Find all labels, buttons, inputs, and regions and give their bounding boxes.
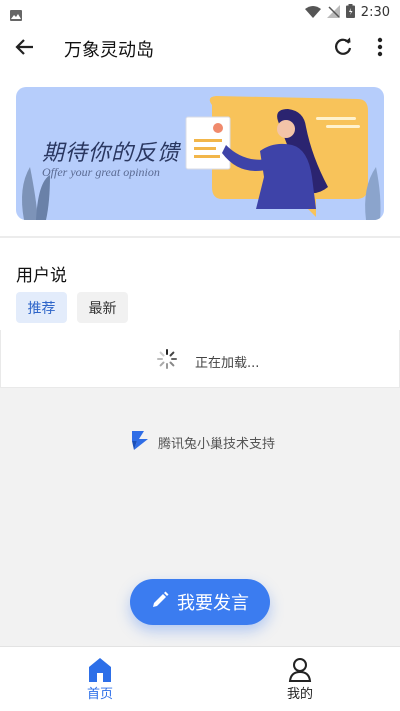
page-title: 万象灵动岛 <box>64 40 154 61</box>
tech-support[interactable]: 腾讯兔小巢技术支持 <box>130 429 275 455</box>
user-icon <box>288 657 312 683</box>
post-feedback-button[interactable]: 我要发言 <box>130 579 270 625</box>
nav-label-mine: 我的 <box>286 687 313 702</box>
banner-subtitle: Offer your great opinion <box>42 165 160 179</box>
spinner-icon <box>157 349 177 373</box>
no-signal-icon <box>326 3 340 22</box>
txc-logo-icon <box>130 429 150 455</box>
back-arrow-icon[interactable] <box>14 36 36 58</box>
banner-title: 期待你的反馈 <box>42 141 181 166</box>
tab-recommended[interactable]: 推荐 <box>16 292 67 323</box>
app-bar: 万象灵动岛 <box>0 24 400 70</box>
post-feedback-label: 我要发言 <box>177 593 249 614</box>
loading-text: 正在加载... <box>195 355 260 371</box>
gallery-notification-icon <box>10 6 22 25</box>
pencil-icon <box>151 591 169 613</box>
nav-item-home[interactable]: 首页 <box>0 647 200 711</box>
feedback-banner[interactable]: 期待你的反馈 Offer your great opinion <box>16 87 384 220</box>
bottom-navigation: 首页 我的 <box>0 646 400 711</box>
nav-item-mine[interactable]: 我的 <box>200 647 400 711</box>
more-vertical-icon[interactable] <box>372 36 388 58</box>
battery-icon <box>345 3 355 22</box>
tech-support-text: 腾讯兔小巢技术支持 <box>158 436 276 452</box>
nav-label-home: 首页 <box>86 687 113 702</box>
loading-indicator: 正在加载... <box>0 330 400 388</box>
tab-latest[interactable]: 最新 <box>77 292 128 323</box>
refresh-icon[interactable] <box>332 36 354 58</box>
home-icon <box>88 657 112 683</box>
status-bar: 2:30 <box>0 0 400 24</box>
status-time: 2:30 <box>360 5 390 20</box>
section-title: 用户说 <box>16 266 67 286</box>
wifi-icon <box>304 3 321 22</box>
